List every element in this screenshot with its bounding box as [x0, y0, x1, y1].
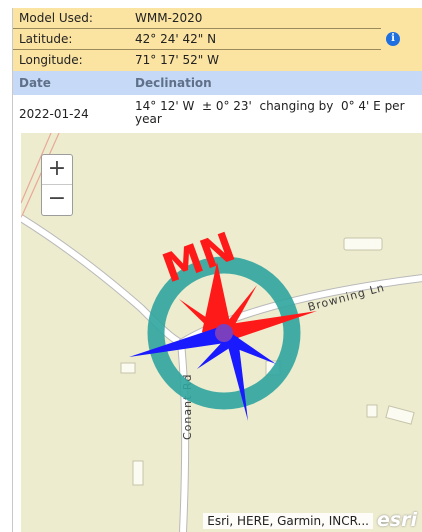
date-cell: 2022-01-24 — [19, 107, 89, 121]
latitude-value: 42° 24' 42" N — [135, 32, 217, 46]
latitude-row: Latitude: 42° 24' 42" N — [13, 29, 381, 50]
zoom-out-button[interactable]: − — [42, 185, 72, 215]
map-attribution[interactable]: Esri, HERE, Garmin, INCR... — [203, 513, 373, 529]
map-view[interactable]: Browning Ln Conant Rd MN + − Esri, HERE,… — [21, 133, 422, 532]
info-icon[interactable]: i — [386, 32, 400, 46]
table-header: Date Declination — [13, 71, 422, 95]
map-canvas[interactable]: Browning Ln Conant Rd MN — [21, 133, 422, 532]
longitude-label: Longitude: — [19, 53, 83, 67]
date-header: Date — [19, 76, 51, 90]
model-value: WMM-2020 — [135, 11, 203, 25]
declination-header: Declination — [135, 76, 212, 90]
longitude-value: 71° 17' 52" W — [135, 53, 219, 67]
model-label: Model Used: — [19, 11, 93, 25]
model-row: Model Used: WMM-2020 — [13, 8, 381, 29]
table-row: 2022-01-24 14° 12' W ± 0° 23' changing b… — [13, 95, 422, 133]
zoom-in-button[interactable]: + — [42, 155, 72, 185]
latitude-label: Latitude: — [19, 32, 73, 46]
model-info-section: Model Used: WMM-2020 Latitude: 42° 24' 4… — [13, 8, 422, 71]
declination-panel: Model Used: WMM-2020 Latitude: 42° 24' 4… — [12, 8, 422, 532]
esri-logo[interactable]: esri — [377, 509, 417, 531]
magnetic-north-label: MN — [157, 224, 242, 292]
declination-cell: 14° 12' W ± 0° 23' changing by 0° 4' E p… — [135, 99, 409, 126]
zoom-control: + − — [41, 154, 73, 216]
longitude-row: Longitude: 71° 17' 52" W — [13, 50, 381, 71]
